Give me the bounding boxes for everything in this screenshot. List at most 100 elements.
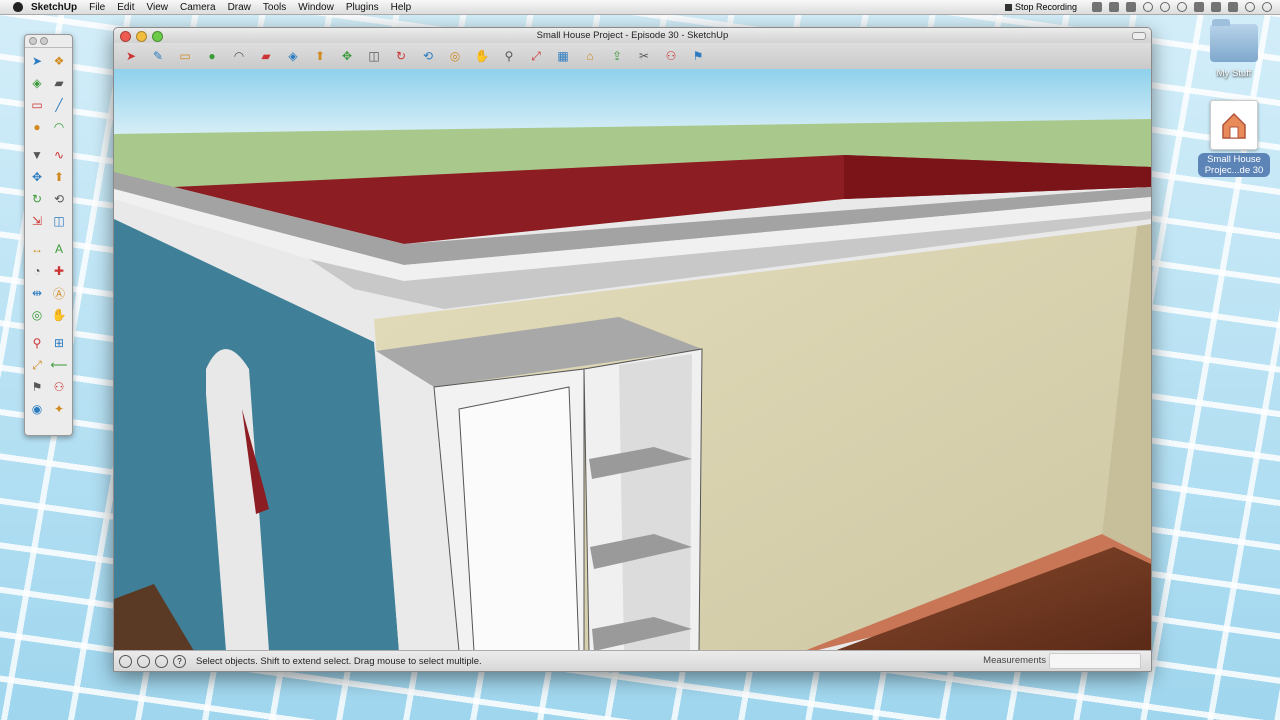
menu-tools[interactable]: Tools [263,2,286,13]
bluetooth-icon[interactable] [1194,2,1204,12]
offset-icon[interactable]: ◫ [365,47,383,65]
close-button[interactable] [120,31,131,42]
palette-position-camera-icon[interactable]: ⚑ [28,378,46,396]
follow-me-icon[interactable]: ⟲ [419,47,437,65]
palette-component-icon[interactable]: ❖ [50,52,68,70]
sync-icon[interactable] [1160,2,1170,12]
apple-icon[interactable] [13,2,23,12]
scene-drawing[interactable] [114,69,1151,651]
palette-3d-text-icon[interactable]: Ⓐ [50,284,68,302]
stop-recording-button[interactable]: Stop Recording [1004,2,1077,12]
desktop-file-small-house[interactable]: Small House Projec...de 30 [1198,100,1270,177]
menu-plugins[interactable]: Plugins [346,2,379,13]
palette-orbit-icon[interactable]: ◎ [28,306,46,324]
time-machine-icon[interactable] [1177,2,1187,12]
palette-dimension-icon[interactable]: ⇹ [28,284,46,302]
share-icon[interactable]: ⇪ [608,47,626,65]
rectangle-icon[interactable]: ▭ [176,47,194,65]
palette-zoom-extents-icon[interactable]: ⤢ [28,356,46,374]
palette-close-button[interactable] [29,37,37,45]
clock-icon[interactable] [1245,2,1255,12]
status-app-icon-2[interactable] [1109,2,1119,12]
pan-icon[interactable]: ✋ [473,47,491,65]
components-icon[interactable]: ▦ [554,47,572,65]
menu-extras: Stop Recording [1004,0,1272,14]
palette-minimize-button[interactable] [40,37,48,45]
eject-icon[interactable] [1228,2,1238,12]
window-titlebar[interactable]: Small House Project - Episode 30 - Sketc… [114,28,1151,43]
palette-protractor-icon[interactable]: ◔ [28,262,46,280]
paint-bucket-icon[interactable]: ◈ [284,47,302,65]
palette-push-pull-icon[interactable]: ⬆ [50,168,68,186]
palette-pan-icon[interactable]: ✋ [50,306,68,324]
palette-scale-icon[interactable]: ⇲ [28,212,46,230]
menu-window[interactable]: Window [298,2,334,13]
status-bar: ? Select objects. Shift to extend select… [114,650,1151,671]
desktop-folder-my-stuff[interactable]: My Stuff [1205,19,1263,79]
palette-arc-icon[interactable]: ◠ [50,118,68,136]
palette-polygon-icon[interactable]: ▼ [28,146,46,164]
palette-previous-view-icon[interactable]: ⟵ [50,356,68,374]
palette-eraser-icon[interactable]: ▰ [50,74,68,92]
menu-view[interactable]: View [146,2,168,13]
window-controls [120,31,168,42]
zoom-extents-icon[interactable]: ⤢ [527,47,545,65]
user-icon[interactable] [155,654,168,668]
cloud-icon[interactable] [1143,2,1153,12]
spotlight-icon[interactable] [1262,2,1272,12]
toolbar-toggle-button[interactable] [1132,32,1146,40]
arc-icon[interactable]: ◠ [230,47,248,65]
file-label: Small House Projec...de 30 [1198,153,1270,177]
credits-icon[interactable] [137,654,150,668]
palette-follow-me-icon[interactable]: ⟲ [50,190,68,208]
palette-axes-icon[interactable]: ✚ [50,262,68,280]
move-icon[interactable]: ✥ [338,47,356,65]
sketchup-window: Small House Project - Episode 30 - Sketc… [113,27,1152,672]
zoom-button[interactable] [152,31,163,42]
eraser-icon[interactable]: ▰ [257,47,275,65]
3d-viewport[interactable] [114,69,1151,651]
geo-location-icon[interactable] [119,654,132,668]
orbit-icon[interactable]: ◎ [446,47,464,65]
palette-look-around-icon[interactable]: ◉ [28,400,46,418]
menu-app-name[interactable]: SketchUp [31,2,77,13]
palette-move-icon[interactable]: ✥ [28,168,46,186]
zoom-icon[interactable]: ⚲ [500,47,518,65]
select-icon[interactable]: ➤ [122,47,140,65]
menu-draw[interactable]: Draw [228,2,251,13]
palette-zoom-icon[interactable]: ⚲ [28,334,46,352]
palette-text-icon[interactable]: A [50,240,68,258]
palette-section-plane-icon[interactable]: ✦ [50,400,68,418]
section-icon[interactable]: ✂ [635,47,653,65]
menu-edit[interactable]: Edit [117,2,134,13]
palette-circle-icon[interactable]: ● [28,118,46,136]
circle-icon[interactable]: ● [203,47,221,65]
volume-icon[interactable] [1211,2,1221,12]
measurements-input[interactable] [1049,653,1141,669]
palette-zoom-window-icon[interactable]: ⊞ [50,334,68,352]
pencil-icon[interactable]: ✎ [149,47,167,65]
palette-rotate-icon[interactable]: ↻ [28,190,46,208]
push-pull-icon[interactable]: ⬆ [311,47,329,65]
rotate-icon[interactable]: ↻ [392,47,410,65]
palette-walk-icon[interactable]: ⚇ [50,378,68,396]
menu-help[interactable]: Help [391,2,412,13]
menu-file[interactable]: File [89,2,105,13]
help-icon[interactable]: ? [173,654,186,668]
status-app-icon-3[interactable] [1126,2,1136,12]
palette-offset-icon[interactable]: ◫ [50,212,68,230]
palette-titlebar[interactable] [25,35,72,48]
palette-line-icon[interactable]: ╱ [50,96,68,114]
palette-select-icon[interactable]: ➤ [28,52,46,70]
warehouse-icon[interactable]: ⌂ [581,47,599,65]
palette-paint-bucket-icon[interactable]: ◈ [28,74,46,92]
menu-camera[interactable]: Camera [180,2,216,13]
palette-freehand-icon[interactable]: ∿ [50,146,68,164]
status-app-icon[interactable] [1092,2,1102,12]
palette-rectangle-icon[interactable]: ▭ [28,96,46,114]
position-camera-icon[interactable]: ⚑ [689,47,707,65]
measurements-label: Measurements [983,655,1046,666]
minimize-button[interactable] [136,31,147,42]
walk-icon[interactable]: ⚇ [662,47,680,65]
palette-tape-measure-icon[interactable]: ↔ [28,240,46,258]
